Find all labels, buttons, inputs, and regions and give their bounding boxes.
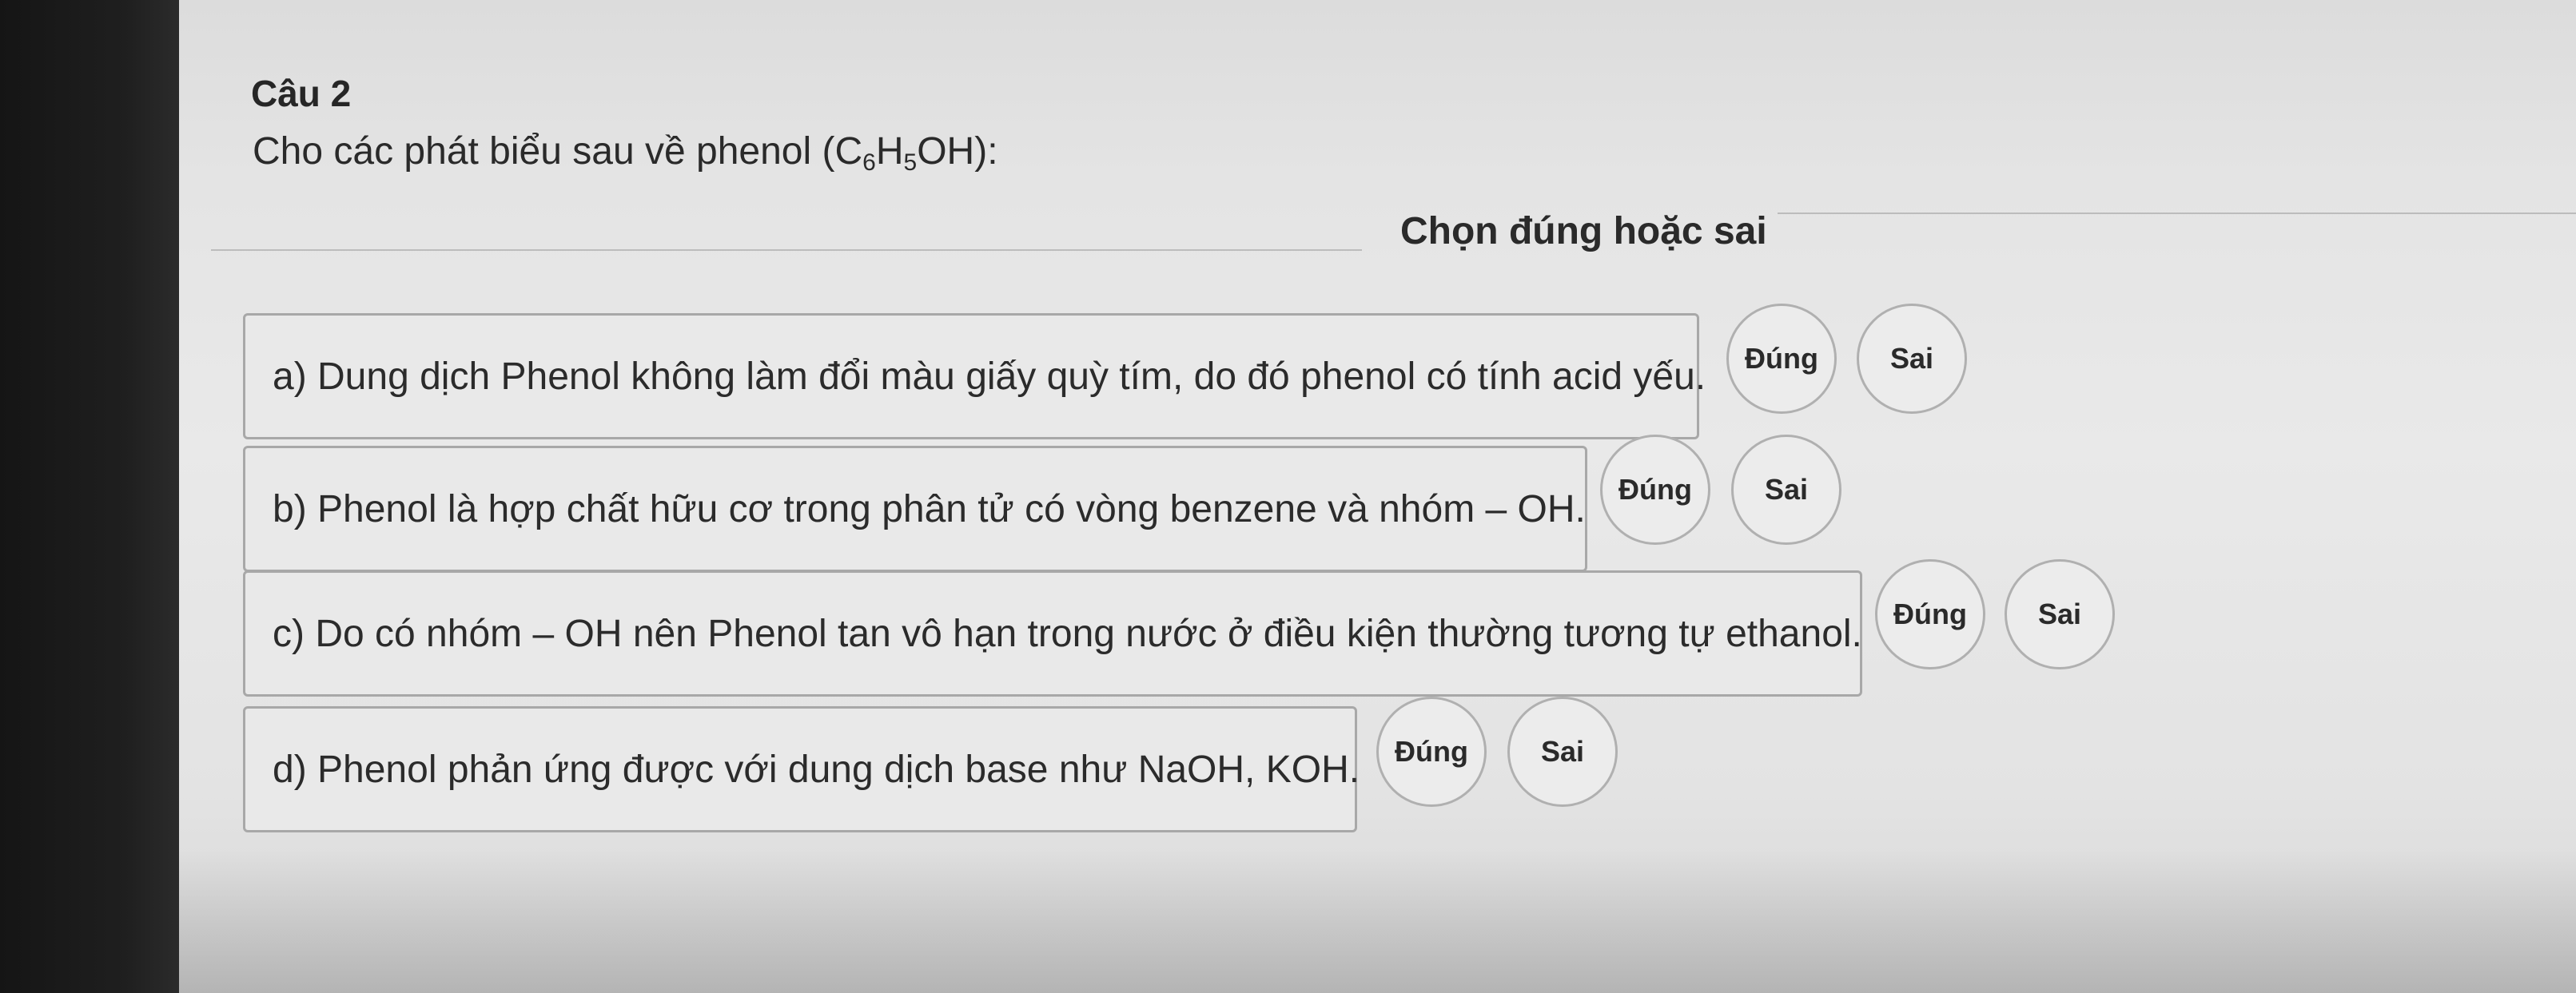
intro-prefix: Cho các phát biểu sau về phenol (C (253, 130, 863, 173)
statement-c-text: c) Do có nhóm – OH nên Phenol tan vô hạn… (273, 612, 1862, 655)
statement-d: d) Phenol phản ứng được với dung dịch ba… (243, 706, 1360, 832)
intro-subscript-hydrogen: 5 (903, 149, 918, 176)
statement-a-false-button[interactable]: Sai (1857, 304, 1967, 414)
intro-subscript-carbon: 6 (862, 149, 876, 176)
statement-c: c) Do có nhóm – OH nên Phenol tan vô hạn… (243, 570, 1862, 697)
question-number: Câu 2 (251, 73, 352, 114)
statement-d-text: d) Phenol phản ứng được với dung dịch ba… (273, 748, 1360, 791)
statement-b-true-button[interactable]: Đúng (1600, 435, 1710, 545)
statement-c-false-button[interactable]: Sai (2005, 559, 2115, 669)
quiz-screen: Câu 2 Cho các phát biểu sau về phenol (C… (179, 0, 2576, 993)
statement-a-text: a) Dung dịch Phenol không làm đổi màu gi… (273, 355, 1706, 398)
intro-hydrogen: H (875, 130, 904, 173)
statement-b-false-button[interactable]: Sai (1731, 435, 1841, 545)
statement-d-false-button[interactable]: Sai (1507, 697, 1618, 807)
intro-suffix: OH): (917, 130, 998, 173)
question-intro: Cho các phát biểu sau về phenol (C6H5OH)… (253, 129, 998, 177)
statement-b: b) Phenol là hợp chất hữu cơ trong phân … (243, 446, 1587, 572)
divider-left (211, 249, 1362, 251)
statement-a-true-button[interactable]: Đúng (1726, 304, 1837, 414)
statement-d-true-button[interactable]: Đúng (1376, 697, 1487, 807)
statement-c-true-button[interactable]: Đúng (1875, 559, 1985, 669)
bottom-shade (179, 849, 2576, 993)
statement-b-text: b) Phenol là hợp chất hữu cơ trong phân … (273, 487, 1586, 530)
divider-right (1778, 213, 2576, 214)
monitor-bezel (0, 0, 179, 993)
instruction-label: Chọn đúng hoặc sai (1400, 210, 1767, 252)
statement-a: a) Dung dịch Phenol không làm đổi màu gi… (243, 313, 1706, 439)
